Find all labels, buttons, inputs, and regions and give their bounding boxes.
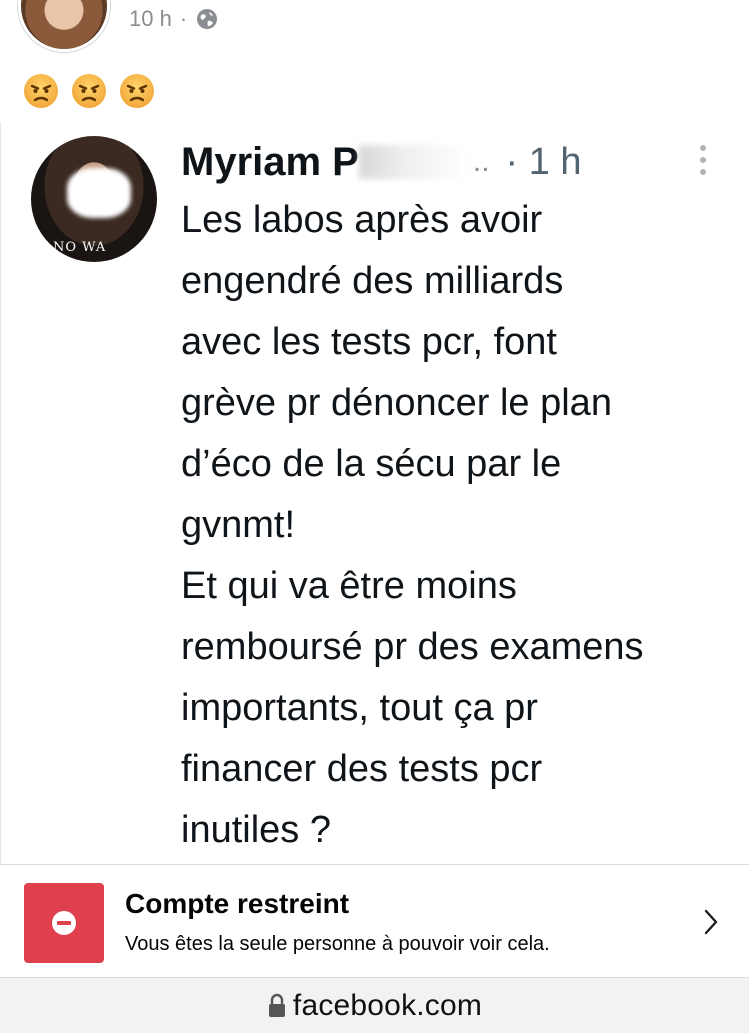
lock-icon bbox=[268, 993, 285, 1017]
vertical-dots-icon bbox=[700, 145, 706, 175]
tweet-body: Les labos après avoir engendré des milli… bbox=[181, 190, 741, 861]
post-meta: 10 h · bbox=[129, 6, 219, 32]
tweet-line: remboursé pr des examens bbox=[181, 626, 644, 668]
name-ellipsis: .. bbox=[472, 145, 490, 178]
restricted-title: Compte restreint bbox=[125, 888, 350, 919]
blurred-face bbox=[67, 168, 131, 218]
angry-face-icon bbox=[72, 74, 106, 108]
angry-face-icon bbox=[24, 74, 58, 108]
tweet-line: Les labos après avoir bbox=[181, 199, 543, 241]
tweet-line: d’éco de la sécu par le bbox=[181, 443, 562, 485]
tweet-line: importants, tout ça pr bbox=[181, 687, 538, 729]
poster-avatar[interactable] bbox=[18, 0, 110, 52]
shared-tweet-screenshot[interactable]: NO WA Myriam P .. · 1 h Les labos après … bbox=[0, 122, 749, 864]
post-time[interactable]: 10 h bbox=[129, 6, 172, 32]
tweet-line: Et qui va être moins bbox=[181, 565, 517, 607]
meta-separator: · bbox=[179, 6, 188, 31]
post-header: 10 h · bbox=[0, 0, 749, 60]
restricted-minus-icon bbox=[24, 883, 104, 963]
globe-icon bbox=[195, 7, 219, 31]
avatar-shirt-text: NO WA bbox=[53, 240, 107, 255]
tweet-line: grève pr dénoncer le plan bbox=[181, 382, 612, 424]
comment-reactions bbox=[22, 72, 156, 110]
restricted-subtitle: Vous êtes la seule personne à pouvoir vo… bbox=[125, 933, 550, 955]
address-url[interactable]: facebook.com bbox=[293, 989, 482, 1023]
browser-address-bar[interactable]: facebook.com bbox=[0, 978, 749, 1033]
tweet-author-avatar: NO WA bbox=[31, 136, 157, 262]
tweet-line: engendré des milliards bbox=[181, 260, 564, 302]
tweet-line: avec les tests pcr, font bbox=[181, 321, 557, 363]
tweet-author-name: Myriam P bbox=[181, 139, 359, 184]
blurred-surname bbox=[358, 145, 469, 179]
angry-face-icon bbox=[120, 74, 154, 108]
tweet-line: gvnmt! bbox=[181, 504, 296, 546]
tweet-author-row: Myriam P .. · 1 h bbox=[181, 132, 582, 192]
tweet-time: · 1 h bbox=[505, 140, 582, 183]
tweet-line: financer des tests pcr bbox=[181, 748, 543, 790]
restricted-account-banner[interactable]: Compte restreint Vous êtes la seule pers… bbox=[0, 864, 749, 978]
facebook-post-page: 10 h · NO WA Myriam P .. · 1 h Les labos… bbox=[0, 0, 749, 1033]
tweet-line: inutiles ? bbox=[181, 809, 331, 851]
chevron-right-icon[interactable] bbox=[700, 907, 722, 937]
